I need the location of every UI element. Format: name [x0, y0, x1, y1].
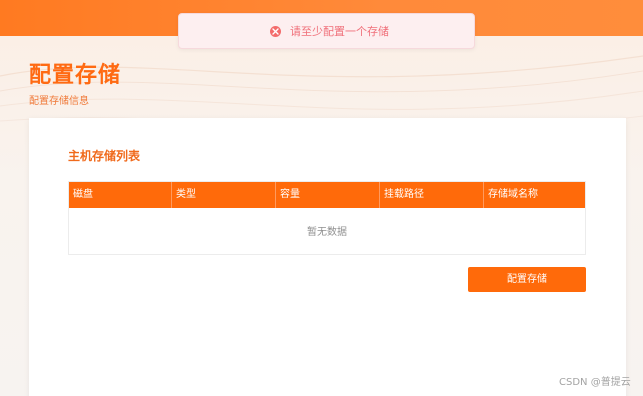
column-header-storage-domain[interactable]: 存储域名称	[484, 182, 585, 208]
watermark: CSDN @普提云	[559, 377, 631, 388]
table-empty-text: 暂无数据	[307, 227, 347, 238]
error-toast: 请至少配置一个存储	[178, 13, 475, 49]
column-header-mount-path[interactable]: 挂载路径	[380, 182, 484, 208]
table-header: 磁盘 类型 容量 挂载路径 存储域名称	[69, 182, 585, 208]
configure-storage-button[interactable]: 配置存储	[468, 267, 586, 292]
column-header-capacity[interactable]: 容量	[276, 182, 380, 208]
error-circle-icon	[270, 26, 281, 37]
toast-message: 请至少配置一个存储	[290, 25, 389, 38]
storage-card: 主机存储列表 磁盘 类型 容量 挂载路径 存储域名称 暂无数据 配置存储	[29, 118, 626, 396]
card-title: 主机存储列表	[68, 149, 141, 163]
column-header-type[interactable]: 类型	[172, 182, 276, 208]
column-header-disk[interactable]: 磁盘	[69, 182, 172, 208]
host-storage-table: 磁盘 类型 容量 挂载路径 存储域名称 暂无数据	[68, 181, 586, 255]
page-title: 配置存储	[29, 63, 122, 88]
page-subtitle: 配置存储信息	[29, 96, 89, 107]
